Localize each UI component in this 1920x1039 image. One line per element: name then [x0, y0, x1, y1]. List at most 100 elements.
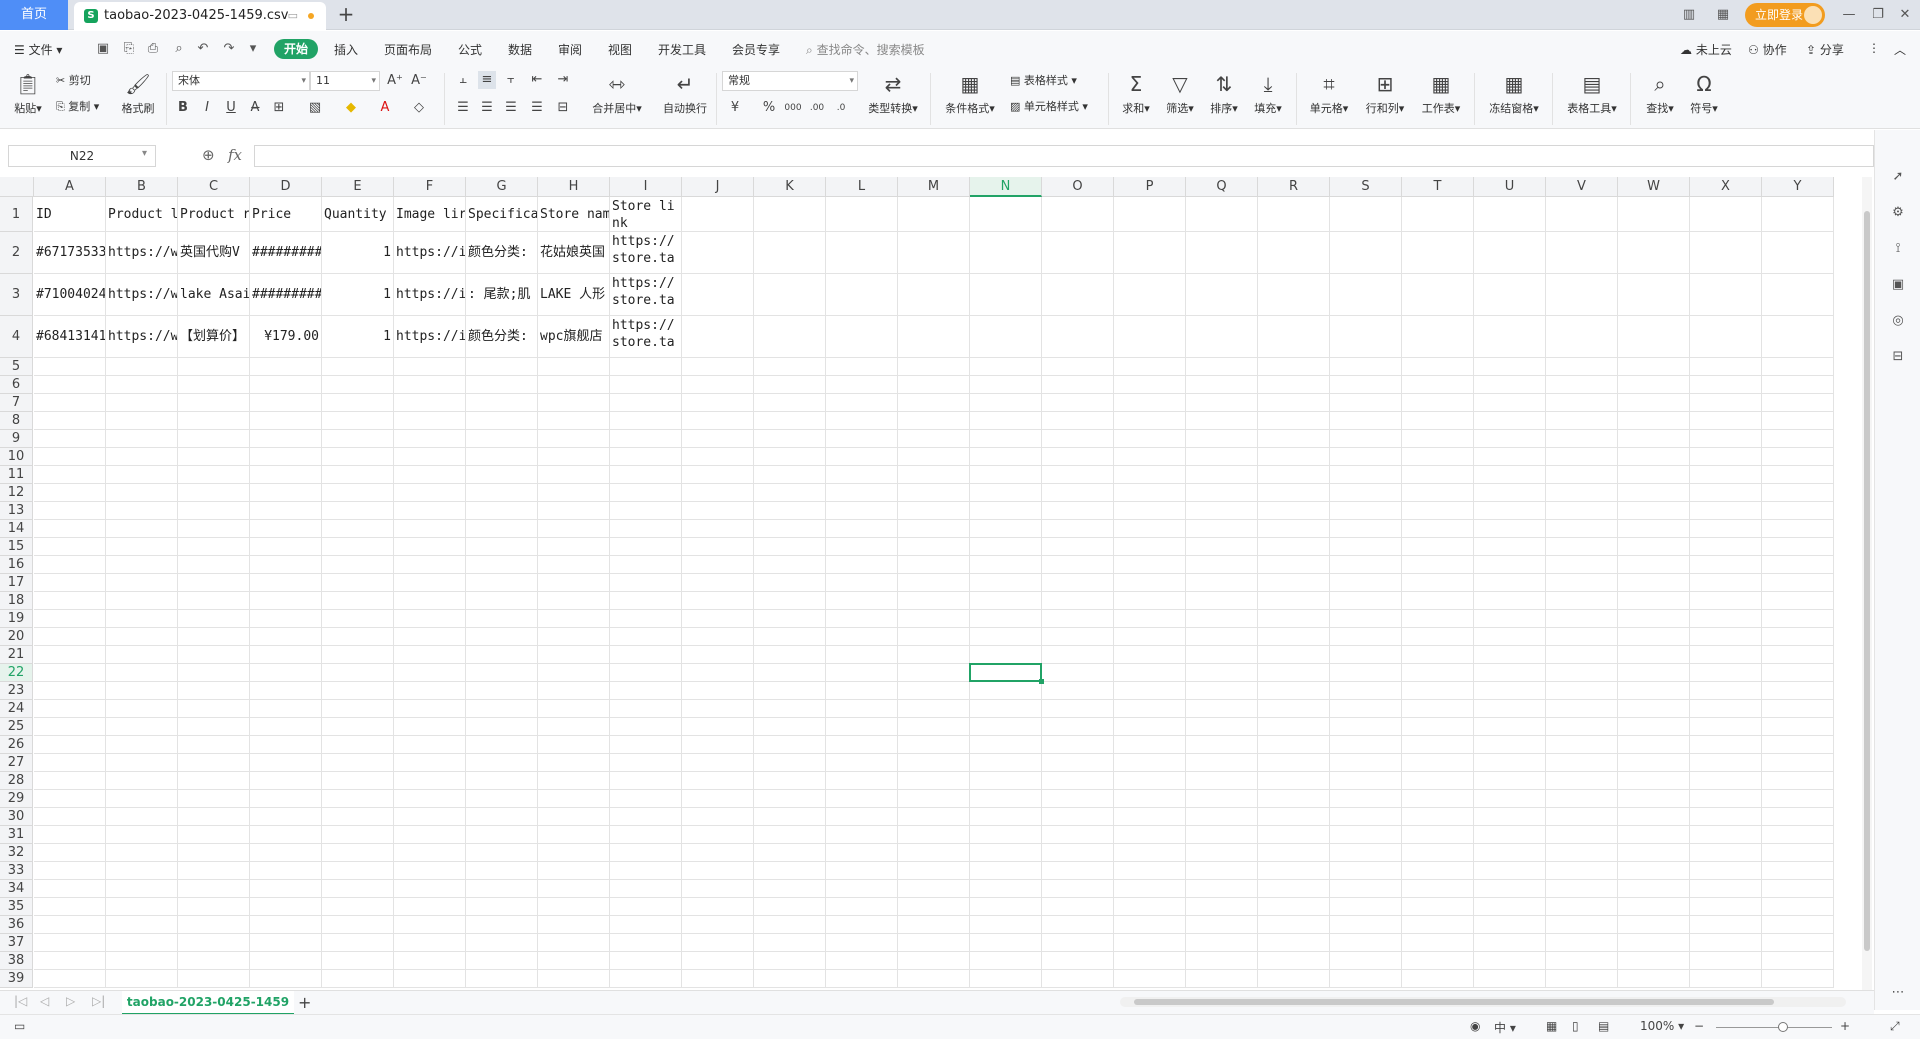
- cell-C26[interactable]: [178, 736, 250, 754]
- cell-A10[interactable]: [34, 448, 106, 466]
- cell-L36[interactable]: [826, 916, 898, 934]
- cell-M31[interactable]: [898, 826, 970, 844]
- cell-V23[interactable]: [1546, 682, 1618, 700]
- cell-H23[interactable]: [538, 682, 610, 700]
- cell-V6[interactable]: [1546, 376, 1618, 394]
- file-menu[interactable]: ☰ 文件 ▾: [14, 41, 62, 58]
- cell-C30[interactable]: [178, 808, 250, 826]
- column-header-W[interactable]: W: [1618, 177, 1690, 197]
- cell-K2[interactable]: [754, 232, 826, 274]
- cell-X21[interactable]: [1690, 646, 1762, 664]
- cell-A19[interactable]: [34, 610, 106, 628]
- cell-Q24[interactable]: [1186, 700, 1258, 718]
- cell-E27[interactable]: [322, 754, 394, 772]
- cell-X30[interactable]: [1690, 808, 1762, 826]
- cell-C8[interactable]: [178, 412, 250, 430]
- cell-O23[interactable]: [1042, 682, 1114, 700]
- cell-R38[interactable]: [1258, 952, 1330, 970]
- cell-I5[interactable]: [610, 358, 682, 376]
- align-left-icon[interactable]: ☰: [454, 99, 472, 117]
- cell-W30[interactable]: [1618, 808, 1690, 826]
- cell-U3[interactable]: [1474, 274, 1546, 316]
- cloud-status[interactable]: ☁ 未上云: [1680, 41, 1732, 58]
- cell-I21[interactable]: [610, 646, 682, 664]
- cell-A23[interactable]: [34, 682, 106, 700]
- cell-M4[interactable]: [898, 316, 970, 358]
- font-size-dropdown[interactable]: 11: [310, 71, 380, 91]
- cell-H2[interactable]: 花姑娘英国: [538, 232, 610, 274]
- cell-V3[interactable]: [1546, 274, 1618, 316]
- cell-R13[interactable]: [1258, 502, 1330, 520]
- cell-D9[interactable]: [250, 430, 322, 448]
- cell-S8[interactable]: [1330, 412, 1402, 430]
- formula-input[interactable]: [254, 145, 1874, 167]
- cell-U18[interactable]: [1474, 592, 1546, 610]
- cell-M22[interactable]: [898, 664, 970, 682]
- cell-D1[interactable]: Price: [250, 197, 322, 232]
- cell-J12[interactable]: [682, 484, 754, 502]
- tab-pin-icon[interactable]: ▭: [288, 2, 298, 30]
- more-menu-icon[interactable]: ⋮: [1868, 41, 1880, 55]
- cell-R3[interactable]: [1258, 274, 1330, 316]
- cell-K28[interactable]: [754, 772, 826, 790]
- cell-O3[interactable]: [1042, 274, 1114, 316]
- cell-V34[interactable]: [1546, 880, 1618, 898]
- cell-D18[interactable]: [250, 592, 322, 610]
- cell-G12[interactable]: [466, 484, 538, 502]
- cell-A8[interactable]: [34, 412, 106, 430]
- cell-X25[interactable]: [1690, 718, 1762, 736]
- cell-F16[interactable]: [394, 556, 466, 574]
- cell-T6[interactable]: [1402, 376, 1474, 394]
- cell-N21[interactable]: [970, 646, 1042, 664]
- cell-C19[interactable]: [178, 610, 250, 628]
- cell-V32[interactable]: [1546, 844, 1618, 862]
- cell-W32[interactable]: [1618, 844, 1690, 862]
- cell-V20[interactable]: [1546, 628, 1618, 646]
- cell-G24[interactable]: [466, 700, 538, 718]
- zoom-slider-handle[interactable]: [1778, 1022, 1788, 1032]
- cell-B2[interactable]: https://w: [106, 232, 178, 274]
- cell-I39[interactable]: [610, 970, 682, 988]
- cell-B18[interactable]: [106, 592, 178, 610]
- cell-L21[interactable]: [826, 646, 898, 664]
- cell-L30[interactable]: [826, 808, 898, 826]
- cell-V10[interactable]: [1546, 448, 1618, 466]
- cell-P37[interactable]: [1114, 934, 1186, 952]
- cell-B15[interactable]: [106, 538, 178, 556]
- print-icon[interactable]: ⎙: [144, 40, 162, 58]
- cell-I17[interactable]: [610, 574, 682, 592]
- cell-Y29[interactable]: [1762, 790, 1834, 808]
- cell-Q29[interactable]: [1186, 790, 1258, 808]
- cell-P17[interactable]: [1114, 574, 1186, 592]
- cell-H5[interactable]: [538, 358, 610, 376]
- cell-J20[interactable]: [682, 628, 754, 646]
- cell-A20[interactable]: [34, 628, 106, 646]
- cell-P14[interactable]: [1114, 520, 1186, 538]
- cell-G16[interactable]: [466, 556, 538, 574]
- cell-T30[interactable]: [1402, 808, 1474, 826]
- cell-M24[interactable]: [898, 700, 970, 718]
- cell-Y10[interactable]: [1762, 448, 1834, 466]
- cell-W35[interactable]: [1618, 898, 1690, 916]
- cell-C18[interactable]: [178, 592, 250, 610]
- cell-Y12[interactable]: [1762, 484, 1834, 502]
- justify-icon[interactable]: ☰: [528, 99, 546, 117]
- cell-B1[interactable]: Product l: [106, 197, 178, 232]
- eye-protection-icon[interactable]: ◉: [1470, 1019, 1480, 1033]
- cell-M8[interactable]: [898, 412, 970, 430]
- cell-R22[interactable]: [1258, 664, 1330, 682]
- cell-F2[interactable]: https://i: [394, 232, 466, 274]
- cell-button[interactable]: ⌗ 单元格▾: [1304, 71, 1354, 116]
- cell-I31[interactable]: [610, 826, 682, 844]
- cell-U26[interactable]: [1474, 736, 1546, 754]
- cell-D6[interactable]: [250, 376, 322, 394]
- cell-P18[interactable]: [1114, 592, 1186, 610]
- cell-V4[interactable]: [1546, 316, 1618, 358]
- cell-O18[interactable]: [1042, 592, 1114, 610]
- cell-E15[interactable]: [322, 538, 394, 556]
- cell-G27[interactable]: [466, 754, 538, 772]
- cell-I18[interactable]: [610, 592, 682, 610]
- cell-D31[interactable]: [250, 826, 322, 844]
- cell-K3[interactable]: [754, 274, 826, 316]
- cell-E14[interactable]: [322, 520, 394, 538]
